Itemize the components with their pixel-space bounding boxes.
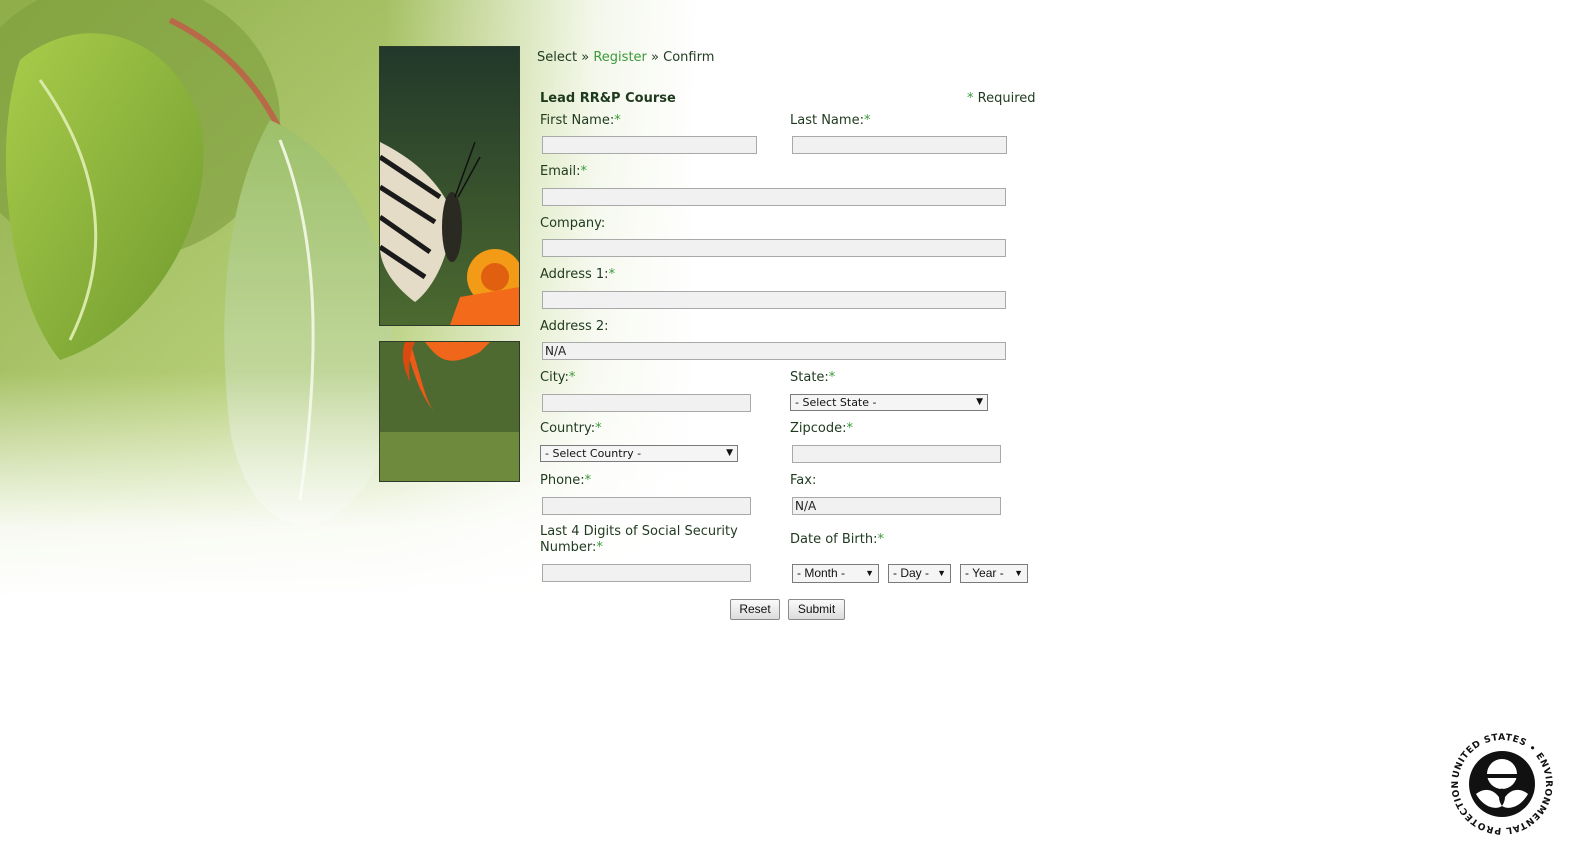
dob-day-select[interactable]: - Day - ▼ <box>888 564 951 583</box>
address1-input[interactable] <box>542 291 1006 309</box>
country-select[interactable]: - Select Country - ▼ <box>540 445 738 462</box>
company-input[interactable] <box>542 239 1006 257</box>
submit-button[interactable]: Submit <box>788 599 845 620</box>
form-title: Lead RR&P Course <box>540 91 676 106</box>
chevron-down-icon: ▼ <box>976 397 983 407</box>
zipcode-input[interactable] <box>792 445 1001 463</box>
dob-year-select[interactable]: - Year - ▼ <box>960 564 1028 583</box>
country-label: Country:* <box>540 421 602 436</box>
breadcrumb: Select » Register » Confirm <box>537 50 714 65</box>
chevron-down-icon: ▼ <box>937 568 946 578</box>
breadcrumb-separator: » <box>581 50 590 65</box>
breadcrumb-register: Register <box>593 50 647 65</box>
first-name-input[interactable] <box>542 136 757 154</box>
breadcrumb-select: Select <box>537 50 578 65</box>
ssn-label: Last 4 Digits of Social Security Number:* <box>540 524 738 555</box>
flower-photo <box>379 341 520 482</box>
chevron-down-icon: ▼ <box>865 568 874 578</box>
chevron-down-icon: ▼ <box>726 448 733 458</box>
address1-label: Address 1:* <box>540 267 616 282</box>
company-label: Company: <box>540 216 606 231</box>
breadcrumb-separator: » <box>651 50 659 65</box>
dob-month-select[interactable]: - Month - ▼ <box>792 564 879 583</box>
city-label: City:* <box>540 370 576 385</box>
address2-input[interactable]: N/A <box>542 342 1006 360</box>
breadcrumb-confirm: Confirm <box>663 50 715 65</box>
address2-label: Address 2: <box>540 319 609 334</box>
chevron-down-icon: ▼ <box>1014 568 1023 578</box>
first-name-label: First Name:* <box>540 113 621 128</box>
phone-input[interactable] <box>542 497 751 515</box>
state-label: State:* <box>790 370 836 385</box>
last-name-input[interactable] <box>792 136 1007 154</box>
epa-seal-logo: UNITED STATES • ENVIRONMENTAL PROTECTION… <box>1441 720 1558 840</box>
required-star: * <box>967 91 974 106</box>
fax-input[interactable]: N/A <box>792 497 1001 515</box>
last-name-label: Last Name:* <box>790 113 871 128</box>
dob-label: Date of Birth:* <box>790 532 884 547</box>
state-select[interactable]: - Select State - ▼ <box>790 394 988 411</box>
city-input[interactable] <box>542 394 751 412</box>
ssn-input[interactable] <box>542 564 751 582</box>
phone-label: Phone:* <box>540 473 592 488</box>
required-note: * Required <box>967 91 1036 106</box>
email-input[interactable] <box>542 188 1006 206</box>
required-note-label: Required <box>977 91 1036 106</box>
reset-button[interactable]: Reset <box>730 599 780 620</box>
butterfly-photo <box>379 46 520 326</box>
zipcode-label: Zipcode:* <box>790 421 854 436</box>
email-label: Email:* <box>540 164 587 179</box>
fax-label: Fax: <box>790 473 817 488</box>
